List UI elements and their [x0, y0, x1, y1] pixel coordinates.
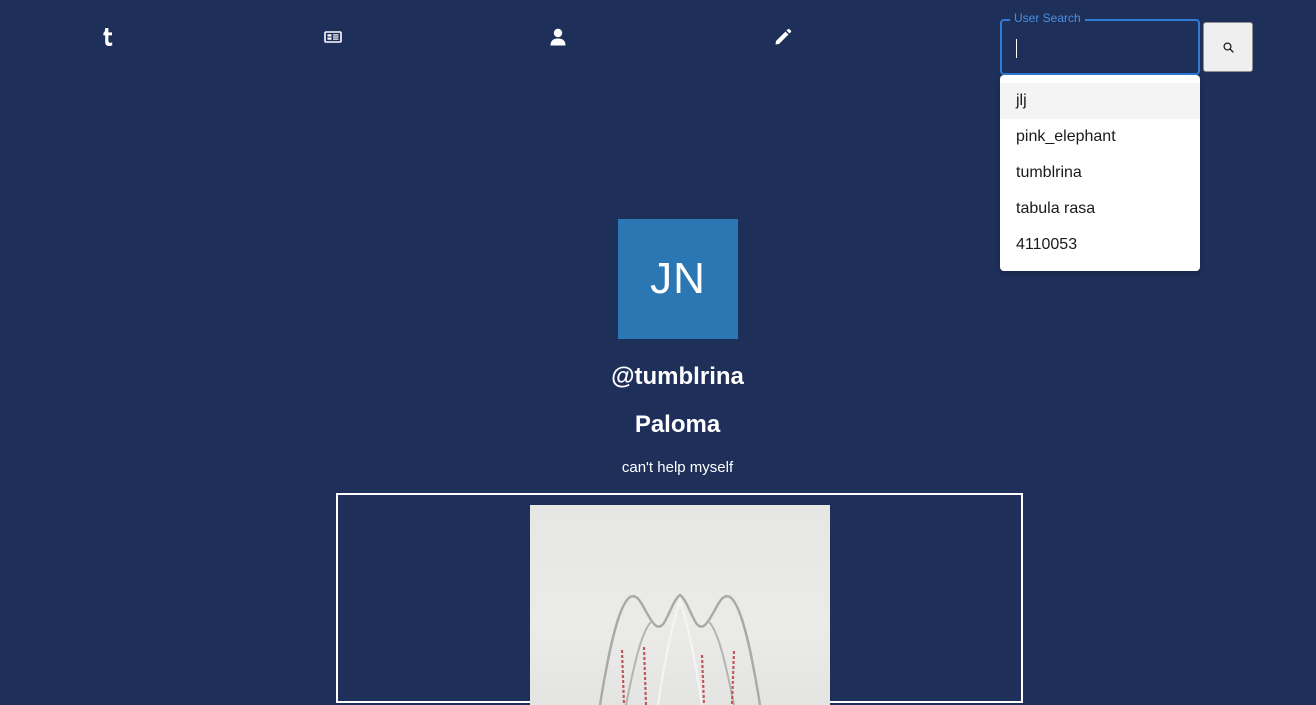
text-caret	[1016, 39, 1017, 58]
post-image[interactable]	[530, 505, 830, 705]
profile-display-name: Paloma	[634, 411, 721, 438]
pencil-icon[interactable]	[772, 26, 794, 48]
suggestion-item[interactable]: tumblrina	[1000, 155, 1200, 191]
suggestion-item[interactable]: pink_elephant	[1000, 119, 1200, 155]
suggestion-item[interactable]: 4110053	[1000, 227, 1200, 263]
search-icon	[1222, 41, 1234, 53]
suggestion-item[interactable]: tabula rasa	[1000, 191, 1200, 227]
newspaper-icon[interactable]	[322, 26, 344, 48]
avatar: JN	[618, 219, 738, 339]
user-search-input[interactable]	[1014, 31, 1188, 65]
profile-username: @tumblrina	[611, 363, 744, 390]
tumblr-logo-icon[interactable]	[97, 26, 119, 48]
user-search-label: User Search	[1010, 10, 1085, 26]
suggestion-item[interactable]: jlj	[1000, 83, 1200, 119]
search-suggestions-dropdown: jlj pink_elephant tumblrina tabula rasa …	[1000, 75, 1200, 271]
search-button[interactable]	[1203, 22, 1253, 72]
user-search-field[interactable]: User Search	[1000, 10, 1200, 75]
search-field-outline[interactable]	[1000, 19, 1200, 75]
profile-bio: can't help myself	[621, 459, 734, 476]
post-card	[336, 493, 1023, 705]
user-icon[interactable]	[547, 26, 569, 48]
